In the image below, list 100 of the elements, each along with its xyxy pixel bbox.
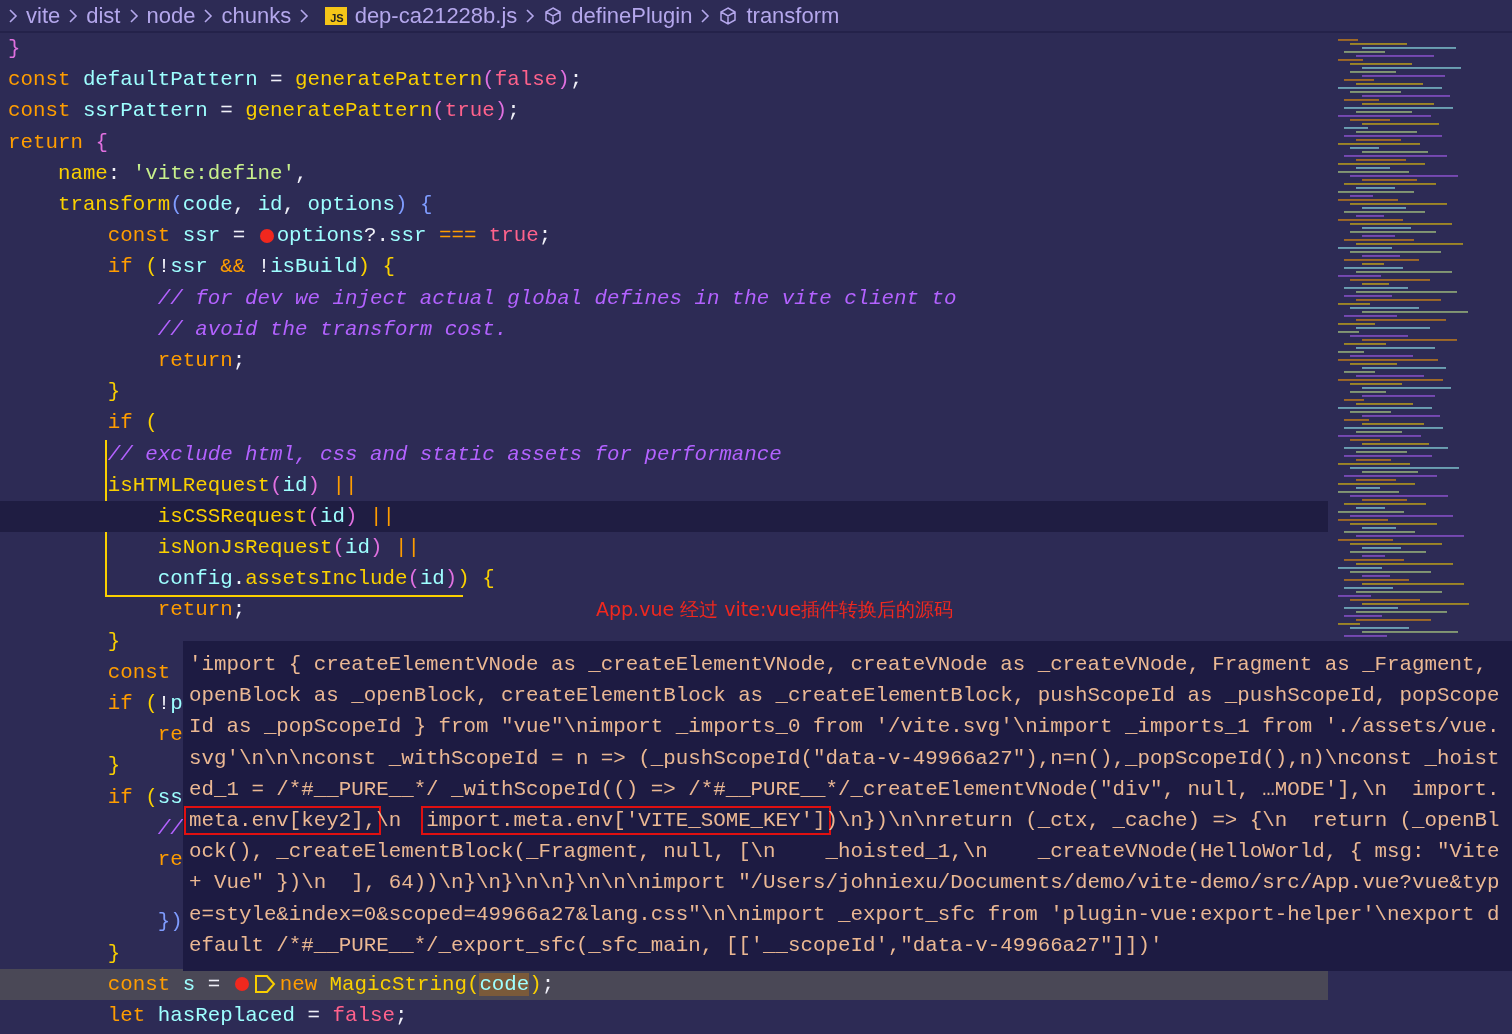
- tooltip-code-text: efault /*#__PURE__*/_export_sfc(_sfc_main, [['__scopeId',"data-v-49966a27"]])': [189, 933, 1163, 957]
- chevron-icon: [299, 7, 310, 24]
- code-identifier: id: [320, 504, 345, 528]
- code-punctuation: ;: [232, 348, 246, 372]
- breakpoint-icon[interactable]: [234, 977, 249, 992]
- code-punctuation: ;: [507, 99, 520, 123]
- code-function: isNonJsRequest: [156, 536, 333, 560]
- code-bracket: (: [170, 193, 183, 217]
- code-punctuation: ;: [569, 68, 583, 92]
- code-punctuation: !: [157, 255, 171, 279]
- breadcrumb-item[interactable]: vite: [26, 2, 61, 29]
- code-identifier: ssr: [389, 224, 427, 248]
- code-keyword: &&: [219, 255, 247, 279]
- code-comment: // avoid the transform cost.: [156, 317, 508, 341]
- code-literal: false: [332, 1003, 395, 1027]
- code-identifier: id: [282, 473, 308, 497]
- code-bracket: (: [332, 536, 345, 560]
- code-punctuation: !: [157, 692, 171, 716]
- step-arrow-icon[interactable]: [253, 974, 276, 995]
- code-keyword: ||: [393, 536, 420, 560]
- code-identifier: isBuild: [270, 255, 358, 279]
- code-punctuation: =: [219, 99, 234, 123]
- chevron-icon: [68, 7, 79, 24]
- code-bracket: ): [444, 567, 458, 591]
- code-literal: true: [444, 99, 495, 123]
- code-bracket: ): [557, 68, 570, 92]
- code-keyword: if: [106, 785, 134, 809]
- code-keyword: ||: [368, 504, 395, 528]
- tooltip-code-text: svg'\n\n\nconst _withScopeId = n => (_pushScopeId("data-v-49966a27"),n=n(),_popScopeId(),n)\nconst _hoist: [189, 746, 1500, 770]
- tooltip-code-text: Id as _popScopeId } from "vue"\nimport _imports_0 from '/vite.svg'\nimport _imports_1 from './assets/vue.: [189, 715, 1500, 739]
- code-function: isCSSRequest: [156, 504, 308, 528]
- code-punctuation: ?.: [364, 224, 389, 248]
- code-bracket: (: [145, 692, 158, 716]
- code-keyword: ===: [437, 224, 478, 248]
- code-keyword: new: [279, 972, 319, 996]
- code-bracket: }: [8, 37, 21, 61]
- code-function: transform: [56, 193, 171, 217]
- code-bracket: (: [145, 411, 158, 435]
- code-keyword: const: [8, 99, 72, 123]
- tooltip-code-text: e=style&index=0&scoped=49966a27&lang.css"\n\nimport _export_sfc from 'plugin-vue:export-helper'\nexport d: [189, 902, 1500, 926]
- code-identifier: defaultPattern: [82, 68, 258, 92]
- tooltip-code-text: + Vue" })\n ], 64))\n}\n}\n\n}\n\n\nimport "/Users/johniexu/Documents/demo/vite-demo/src/App.vue?vue&typ: [189, 871, 1500, 895]
- code-punctuation: ;: [538, 224, 552, 248]
- javascript-file-icon: JS: [325, 6, 347, 25]
- code-bracket: }: [106, 380, 121, 404]
- code-comment: // exclude html, css and static assets for performance: [106, 442, 782, 466]
- tooltip-code-text: ock(), _createElementBlock(_Fragment, null, [\n _hoisted_1,\n _createVNode(HelloWorld, { msg: "Vite: [189, 840, 1500, 864]
- tooltip-code-text: 'import { createElementVNode as _createElementVNode, createVNode as _createVNode, Fragment as _Fragment,: [189, 653, 1487, 676]
- code-keyword: ||: [331, 473, 358, 497]
- code-bracket: ): [494, 99, 508, 123]
- breadcrumb-item[interactable]: node: [146, 2, 196, 29]
- code-bracket: ): [345, 504, 358, 528]
- breadcrumb-item[interactable]: dep-ca21228b.js: [354, 2, 518, 29]
- code-bracket: {: [381, 255, 395, 279]
- code-function: assetsInclude: [245, 567, 408, 591]
- code-identifier: hasReplaced: [157, 1003, 296, 1027]
- code-punctuation: ,: [295, 161, 308, 185]
- code-bracket: (: [432, 99, 445, 123]
- code-string: 'vite:define': [132, 161, 296, 185]
- code-keyword: return: [156, 598, 233, 622]
- code-bracket: }: [106, 754, 121, 778]
- code-function: MagicString: [329, 972, 467, 996]
- breadcrumb-item[interactable]: dist: [86, 2, 121, 29]
- code-punctuation: ,: [282, 193, 297, 217]
- cube-icon: [718, 5, 739, 26]
- tooltip-code-text: ed_1 = /*#__PURE__*/ _withScopeId(() => /*#__PURE__*/_createElementVNode("div", null, …MODE'],\n import.: [189, 777, 1500, 801]
- chevron-icon: [700, 7, 711, 24]
- code-identifier: id: [257, 193, 283, 217]
- code-function: generatePattern: [245, 99, 433, 123]
- code-punctuation: ;: [232, 598, 246, 622]
- code-bracket: ): [369, 536, 383, 560]
- code-literal: false: [494, 68, 558, 92]
- code-bracket: ): [357, 255, 370, 279]
- code-punctuation: ;: [541, 972, 555, 996]
- code-identifier: config: [156, 567, 233, 591]
- code-bracket: {: [418, 193, 433, 217]
- breakpoint-icon[interactable]: [259, 228, 274, 243]
- code-keyword: return: [156, 348, 233, 372]
- code-comment: // for dev we inject actual global defines in the vite client to: [156, 286, 957, 310]
- code-keyword: re: [156, 847, 183, 871]
- code-punctuation: ;: [394, 1003, 408, 1027]
- cube-icon: [543, 5, 564, 26]
- code-punctuation: .: [232, 567, 246, 591]
- code-function: generatePattern: [295, 68, 483, 92]
- code-bracket: (: [466, 972, 480, 996]
- code-literal: true: [488, 224, 539, 248]
- code-comment: //: [156, 816, 183, 840]
- breadcrumb-item[interactable]: chunks: [221, 2, 292, 29]
- code-identifier: ssr: [182, 224, 221, 248]
- chevron-icon: [8, 7, 18, 24]
- chevron-icon: [203, 7, 214, 24]
- code-bracket: ): [394, 193, 408, 217]
- breadcrumb-item[interactable]: definePlugin: [571, 2, 693, 29]
- code-keyword: const: [8, 68, 72, 92]
- chevron-icon: [128, 7, 139, 24]
- code-bracket: {: [95, 130, 108, 154]
- tooltip-code-text: openBlock as _openBlock, createElementBlock as _createElementBlock, pushScopeId as _pushScopeId, popScope: [189, 684, 1500, 708]
- code-identifier: p: [170, 692, 183, 716]
- code-bracket: (: [145, 255, 158, 279]
- breadcrumb-item[interactable]: transform: [746, 2, 840, 29]
